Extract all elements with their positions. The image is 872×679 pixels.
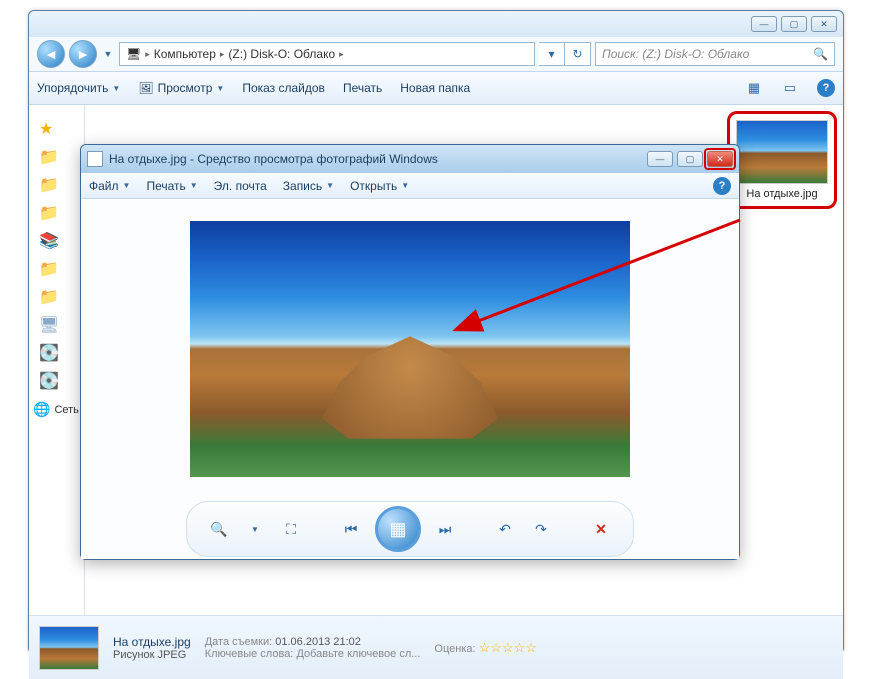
folder-icon[interactable]: 📁	[39, 259, 59, 279]
chevron-right-icon: ▸	[220, 49, 225, 60]
chevron-down-icon: ▼	[216, 84, 224, 93]
refresh-button[interactable]: ↻	[565, 42, 591, 66]
preview-pane-button[interactable]: ▭	[781, 79, 799, 97]
maximize-button[interactable]: ▢	[781, 16, 807, 32]
folder-icon[interactable]: 📁	[39, 203, 59, 223]
app-icon	[87, 151, 103, 167]
slideshow-play-button[interactable]: ▦	[375, 506, 421, 552]
photoviewer-title: На отдыхе.jpg - Средство просмотра фотог…	[109, 152, 438, 166]
pv-minimize-button[interactable]: —	[647, 151, 673, 167]
details-thumbnail	[39, 626, 99, 670]
chevron-down-icon: ▼	[123, 181, 131, 190]
nav-history-dropdown[interactable]: ▼	[101, 44, 115, 64]
zoom-button[interactable]: 🔍	[207, 517, 231, 541]
back-button[interactable]: ◄	[37, 40, 65, 68]
menu-file[interactable]: Файл▼	[89, 179, 130, 193]
slideshow-button[interactable]: Показ слайдов	[242, 81, 325, 95]
network-icon[interactable]: 🌐	[33, 401, 50, 418]
date-label: Дата съемки:	[205, 636, 272, 648]
view-options-button[interactable]: ▦	[745, 79, 763, 97]
details-filename: На отдыхе.jpg	[113, 635, 191, 649]
rotate-cw-button[interactable]: ↷	[529, 517, 553, 541]
chevron-right-icon: ▸	[145, 49, 150, 60]
chevron-down-icon: ▼	[112, 84, 120, 93]
photo-content	[190, 221, 630, 477]
pv-help-button[interactable]: ?	[713, 177, 731, 195]
network-label[interactable]: Сеть	[54, 404, 78, 416]
details-filetype: Рисунок JPEG	[113, 649, 191, 661]
menu-open[interactable]: Открыть▼	[350, 179, 409, 193]
forward-button[interactable]: ►	[69, 40, 97, 68]
chevron-down-icon: ▼	[326, 181, 334, 190]
pv-toolbar: 🔍 ▼ ⛶ ⏮ ▦ ⏭ ↶ ↷ ✕	[186, 501, 634, 557]
delete-button[interactable]: ✕	[589, 517, 613, 541]
photoviewer-menubar: Файл▼ Печать▼ Эл. почта Запись▼ Открыть▼…	[81, 173, 739, 199]
chevron-down-icon: ▼	[190, 181, 198, 190]
address-bar[interactable]: 🖥 ▸ Компьютер ▸ (Z:) Disk-O: Облако ▸	[119, 42, 535, 66]
folder-icon[interactable]: 📁	[39, 147, 59, 167]
photoviewer-controls: 🔍 ▼ ⛶ ⏮ ▦ ⏭ ↶ ↷ ✕	[81, 499, 739, 559]
libraries-icon[interactable]: 📚	[39, 231, 59, 251]
search-icon: 🔍	[813, 47, 828, 61]
address-dropdown[interactable]: ▾	[539, 42, 565, 66]
menu-email[interactable]: Эл. почта	[214, 179, 267, 193]
image-icon: 🖼	[138, 81, 153, 95]
photoviewer-titlebar[interactable]: На отдыхе.jpg - Средство просмотра фотог…	[81, 145, 739, 173]
photo-display-area	[81, 199, 739, 499]
file-item-highlight: На отдыхе.jpg	[727, 111, 837, 209]
breadcrumb-computer[interactable]: Компьютер	[152, 47, 218, 61]
newfolder-button[interactable]: Новая папка	[400, 81, 470, 95]
nav-row: ◄ ► ▼ 🖥 ▸ Компьютер ▸ (Z:) Disk-O: Облак…	[29, 37, 843, 71]
prev-button[interactable]: ⏮	[339, 517, 363, 541]
file-thumbnail[interactable]	[736, 120, 828, 184]
photoviewer-window: На отдыхе.jpg - Средство просмотра фотог…	[80, 144, 740, 560]
computer-icon: 🖥	[124, 47, 143, 61]
print-button[interactable]: Печать	[343, 81, 382, 95]
folder-icon[interactable]: 📁	[39, 175, 59, 195]
drive-icon[interactable]: 💽	[39, 343, 59, 363]
view-label: Просмотр	[158, 81, 213, 95]
breadcrumb-drive[interactable]: (Z:) Disk-O: Облако	[226, 47, 337, 61]
tags-label: Ключевые слова:	[205, 648, 294, 660]
chevron-down-icon: ▼	[401, 181, 409, 190]
pv-close-button[interactable]: ✕	[707, 151, 733, 167]
details-pane: На отдыхе.jpg Рисунок JPEG Дата съемки: …	[29, 615, 843, 679]
search-input[interactable]: Поиск: (Z:) Disk-O: Облако 🔍	[595, 42, 835, 66]
chevron-right-icon: ▸	[339, 49, 344, 60]
next-button[interactable]: ⏭	[433, 517, 457, 541]
actual-size-button[interactable]: ⛶	[279, 517, 303, 541]
organize-label: Упорядочить	[37, 81, 108, 95]
search-placeholder: Поиск: (Z:) Disk-O: Облако	[602, 47, 749, 61]
rating-label: Оценка:	[434, 643, 475, 655]
explorer-titlebar: — ▢ ✕	[29, 11, 843, 37]
organize-button[interactable]: Упорядочить ▼	[37, 81, 120, 95]
menu-print[interactable]: Печать▼	[146, 179, 197, 193]
favorites-icon[interactable]: ★	[39, 119, 59, 139]
rating-stars[interactable]: ☆☆☆☆☆	[479, 643, 537, 655]
menu-burn[interactable]: Запись▼	[283, 179, 334, 193]
rotate-ccw-button[interactable]: ↶	[493, 517, 517, 541]
zoom-dropdown[interactable]: ▼	[243, 517, 267, 541]
close-button[interactable]: ✕	[811, 16, 837, 32]
view-button[interactable]: 🖼 Просмотр ▼	[138, 81, 224, 95]
help-button[interactable]: ?	[817, 79, 835, 97]
minimize-button[interactable]: —	[751, 16, 777, 32]
computer-icon[interactable]: 🖥	[39, 315, 59, 335]
explorer-toolbar: Упорядочить ▼ 🖼 Просмотр ▼ Показ слайдов…	[29, 71, 843, 105]
pv-maximize-button[interactable]: ▢	[677, 151, 703, 167]
file-name-label[interactable]: На отдыхе.jpg	[736, 188, 828, 200]
tags-value[interactable]: Добавьте ключевое сл...	[296, 648, 420, 660]
folder-icon[interactable]: 📁	[39, 287, 59, 307]
navigation-pane: ★ 📁 📁 📁 📚 📁 📁 🖥 💽 💽 🌐 Сеть	[29, 105, 85, 615]
drive-icon[interactable]: 💽	[39, 371, 59, 391]
date-value: 01.06.2013 21:02	[275, 636, 361, 648]
